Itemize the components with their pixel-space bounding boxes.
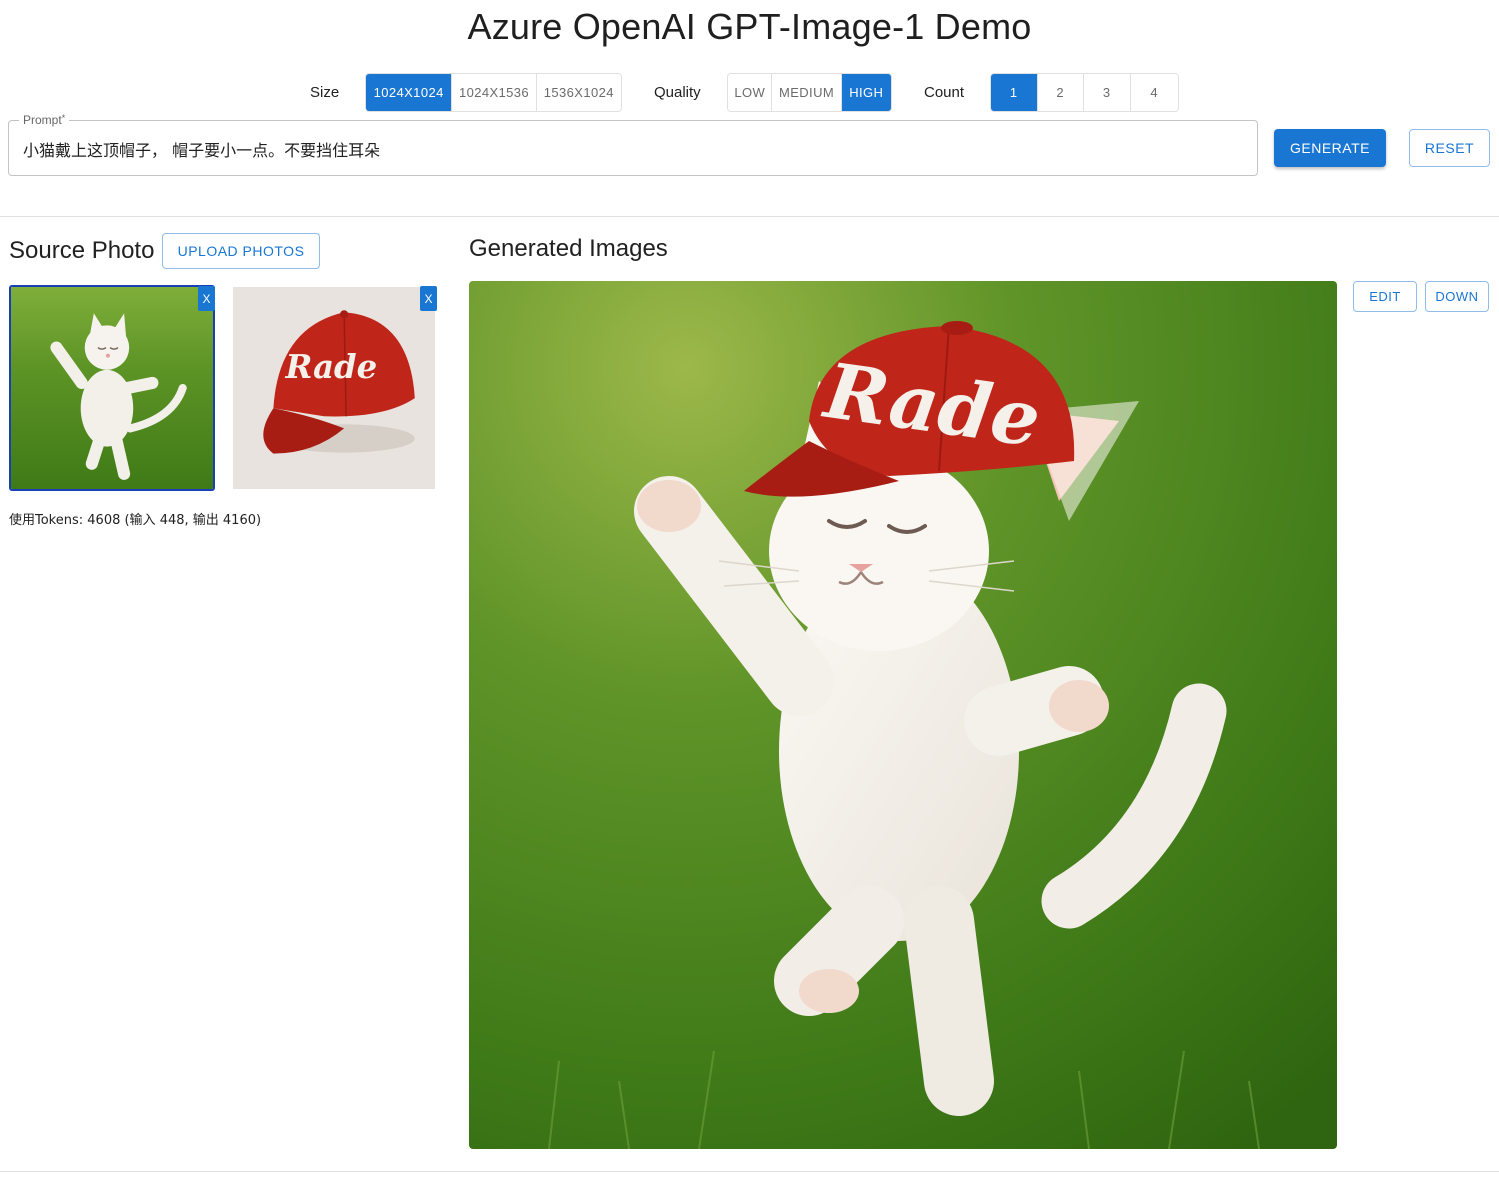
count-option-3[interactable]: 3 bbox=[1084, 74, 1131, 111]
quality-option-low[interactable]: LOW bbox=[728, 74, 773, 111]
page-title: Azure OpenAI GPT-Image-1 Demo bbox=[467, 6, 1032, 47]
count-option-2[interactable]: 2 bbox=[1037, 74, 1084, 111]
source-thumbnail-cap[interactable]: Rade bbox=[233, 287, 435, 489]
cap-photo-image: Rade bbox=[233, 287, 435, 489]
prompt-label: Prompt* bbox=[19, 113, 70, 127]
generate-button[interactable]: GENERATE bbox=[1274, 129, 1386, 167]
quality-label: Quality bbox=[654, 84, 701, 101]
count-option-4[interactable]: 4 bbox=[1130, 74, 1178, 111]
edit-button[interactable]: EDIT bbox=[1353, 281, 1417, 312]
quality-toggle-group: LOW MEDIUM HIGH bbox=[727, 73, 892, 112]
quality-option-high[interactable]: HIGH bbox=[841, 74, 891, 111]
size-option-1024x1024[interactable]: 1024X1024 bbox=[366, 74, 453, 111]
size-label: Size bbox=[310, 84, 340, 101]
remove-kitten-photo-button[interactable]: X bbox=[198, 286, 215, 311]
kitten-photo-image bbox=[11, 287, 213, 489]
footer-divider bbox=[0, 1171, 1499, 1172]
remove-cap-photo-button[interactable]: X bbox=[420, 286, 437, 311]
generated-kitten-image: Rade bbox=[469, 281, 1337, 1149]
header-divider bbox=[0, 216, 1499, 217]
source-thumbnail-kitten[interactable] bbox=[9, 285, 215, 491]
quality-option-medium[interactable]: MEDIUM bbox=[772, 74, 842, 111]
size-toggle-group: 1024X1024 1024X1536 1536X1024 bbox=[365, 73, 622, 112]
size-option-1536x1024[interactable]: 1536X1024 bbox=[536, 74, 621, 111]
source-photo-title: Source Photo bbox=[9, 237, 155, 264]
cap-logo-text: Rade bbox=[285, 348, 378, 386]
token-usage-text: 使用Tokens: 4608 (输入 448, 输出 4160) bbox=[9, 513, 262, 528]
generated-images-title: Generated Images bbox=[469, 235, 668, 262]
count-label: Count bbox=[924, 84, 965, 101]
upload-photos-button[interactable]: UPLOAD PHOTOS bbox=[162, 233, 320, 269]
prompt-input-value[interactable]: 小猫戴上这顶帽子， 帽子要小一点。不要挡住耳朵 bbox=[23, 137, 380, 161]
count-toggle-group: 1 2 3 4 bbox=[990, 73, 1179, 112]
reset-button[interactable]: RESET bbox=[1409, 129, 1490, 167]
size-option-1024x1536[interactable]: 1024X1536 bbox=[452, 74, 537, 111]
generated-image[interactable]: Rade bbox=[469, 281, 1337, 1149]
download-button[interactable]: DOWN bbox=[1425, 281, 1489, 312]
count-option-1[interactable]: 1 bbox=[991, 74, 1038, 111]
prompt-field[interactable]: Prompt* 小猫戴上这顶帽子， 帽子要小一点。不要挡住耳朵 bbox=[8, 113, 1258, 176]
